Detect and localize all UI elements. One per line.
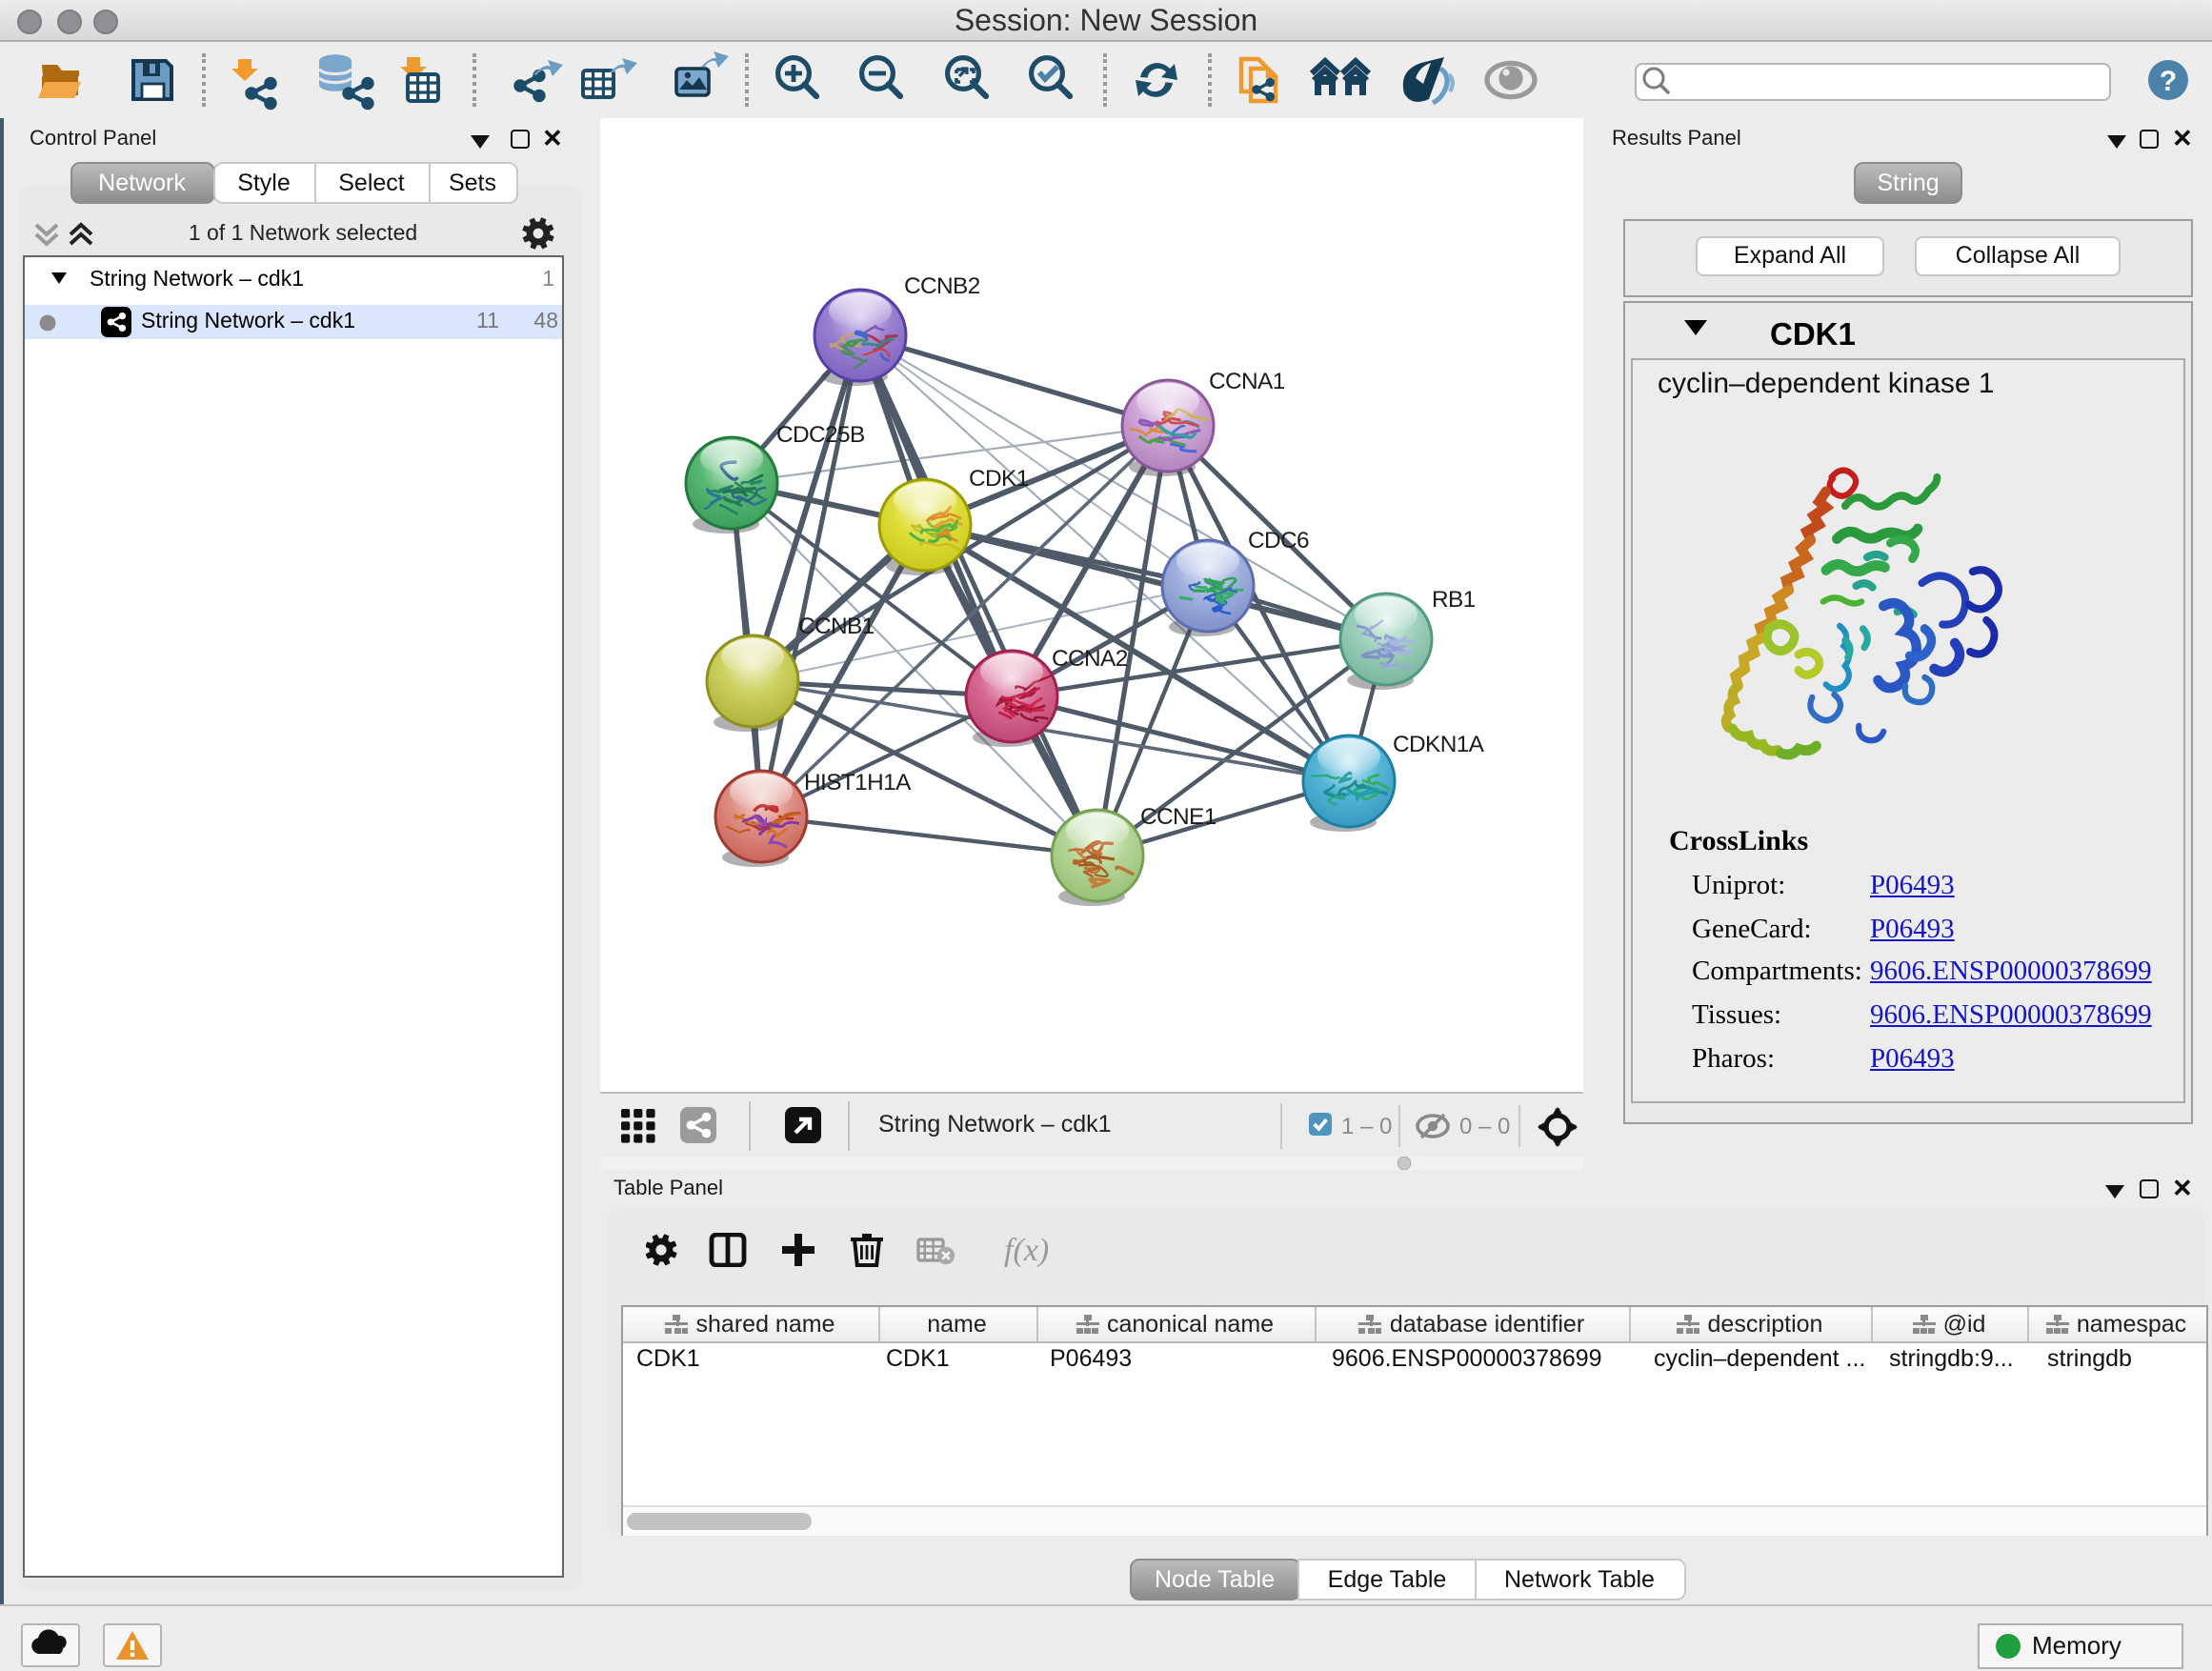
svg-text:f(x): f(x) — [1004, 1233, 1049, 1267]
svg-text:CDK1: CDK1 — [969, 466, 1029, 492]
svg-text:CDC25B: CDC25B — [776, 422, 865, 448]
svg-text:CDC6: CDC6 — [1248, 528, 1309, 554]
svg-text:CDKN1A: CDKN1A — [1393, 732, 1485, 757]
svg-text:RB1: RB1 — [1432, 587, 1476, 613]
svg-text:CCNB1: CCNB1 — [798, 614, 875, 639]
svg-text:HIST1H1A: HIST1H1A — [804, 770, 912, 795]
svg-text:CCNA2: CCNA2 — [1052, 646, 1128, 672]
svg-text:CCNE1: CCNE1 — [1140, 804, 1217, 830]
svg-text:CCNA1: CCNA1 — [1209, 369, 1285, 394]
svg-text:?: ? — [2160, 66, 2177, 97]
svg-text:CCNB2: CCNB2 — [904, 273, 980, 299]
